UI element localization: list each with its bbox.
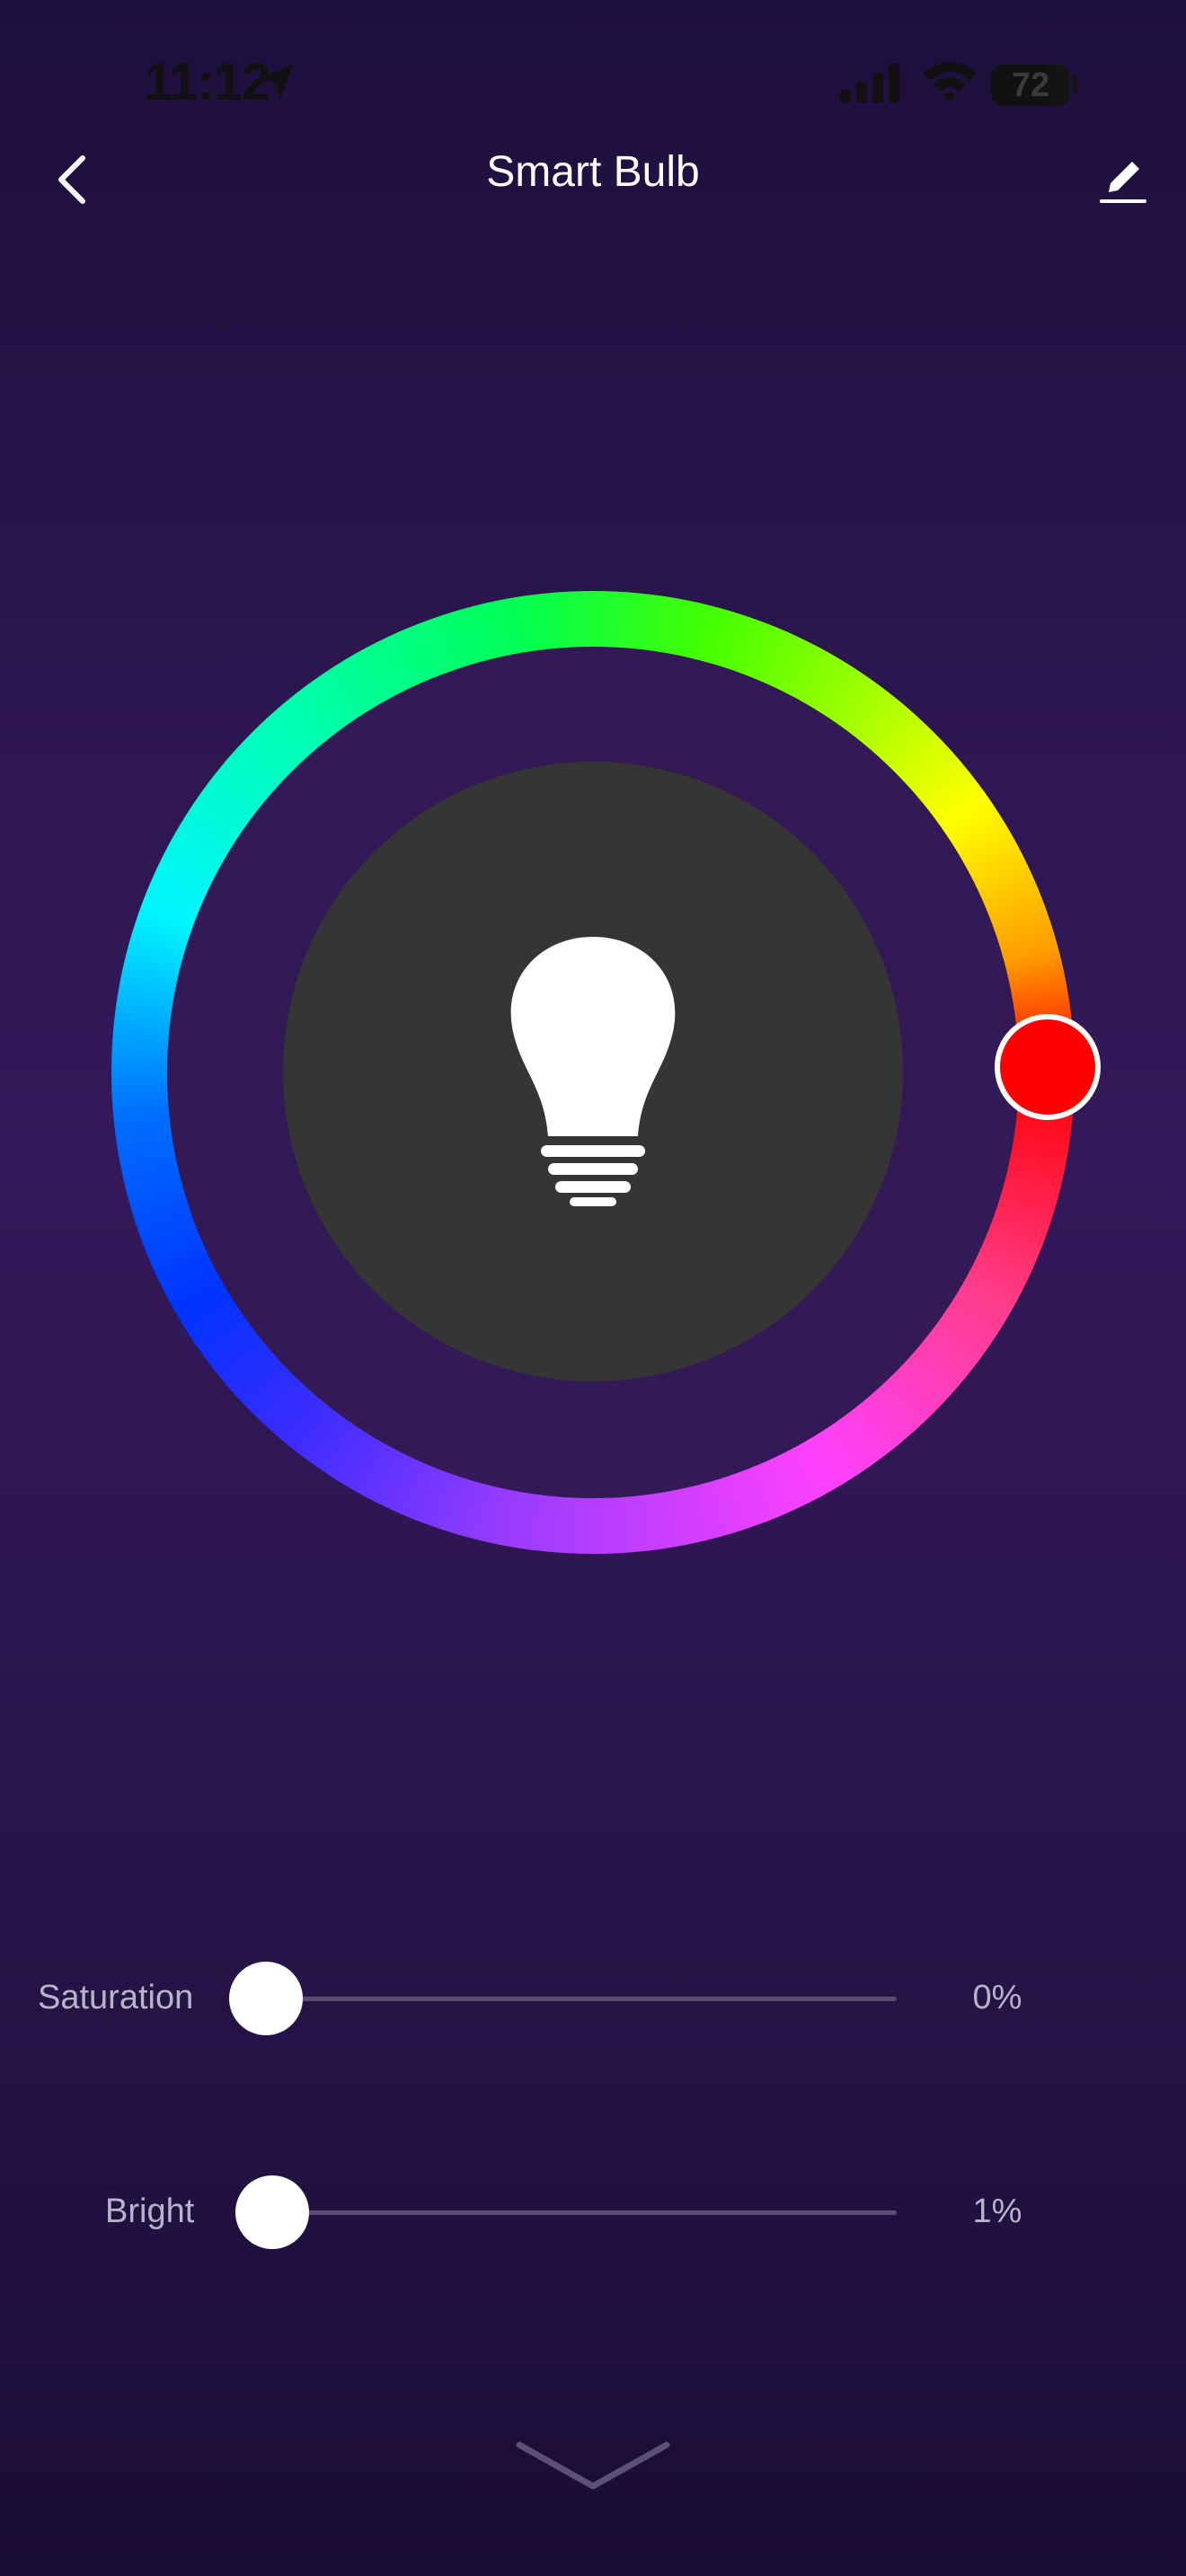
brightness-track[interactable] bbox=[266, 2210, 897, 2215]
cellular-signal-icon bbox=[840, 61, 901, 107]
saturation-slider: Saturation 0% bbox=[0, 1954, 1186, 2043]
brightness-value: 1% bbox=[972, 2192, 1022, 2230]
brightness-slider: Bright 1% bbox=[0, 2167, 1186, 2257]
battery-tip bbox=[1073, 75, 1078, 93]
saturation-value: 0% bbox=[972, 1979, 1022, 2016]
page-title: Smart Bulb bbox=[486, 148, 700, 196]
status-time: 11:12 bbox=[144, 53, 270, 111]
bulb-power-button[interactable] bbox=[283, 762, 903, 1381]
saturation-thumb[interactable] bbox=[229, 1962, 303, 2035]
edit-button[interactable] bbox=[1078, 135, 1168, 225]
brightness-label: Bright bbox=[105, 2192, 195, 2230]
chevron-down-icon bbox=[516, 2441, 670, 2490]
battery-percent: 72 bbox=[1011, 66, 1050, 104]
pencil-icon bbox=[1100, 162, 1146, 203]
wifi-icon bbox=[921, 56, 978, 110]
saturation-label: Saturation bbox=[38, 1979, 194, 2016]
saturation-track[interactable] bbox=[266, 1997, 897, 2001]
lightbulb-icon bbox=[510, 937, 676, 1206]
brightness-thumb[interactable] bbox=[235, 2175, 310, 2249]
hue-selector-handle[interactable] bbox=[995, 1014, 1101, 1120]
location-arrow-icon bbox=[259, 63, 295, 107]
status-bar: 11:12 72 bbox=[0, 0, 1186, 171]
battery-icon: 72 bbox=[991, 65, 1070, 106]
collapse-button[interactable] bbox=[503, 2425, 683, 2506]
